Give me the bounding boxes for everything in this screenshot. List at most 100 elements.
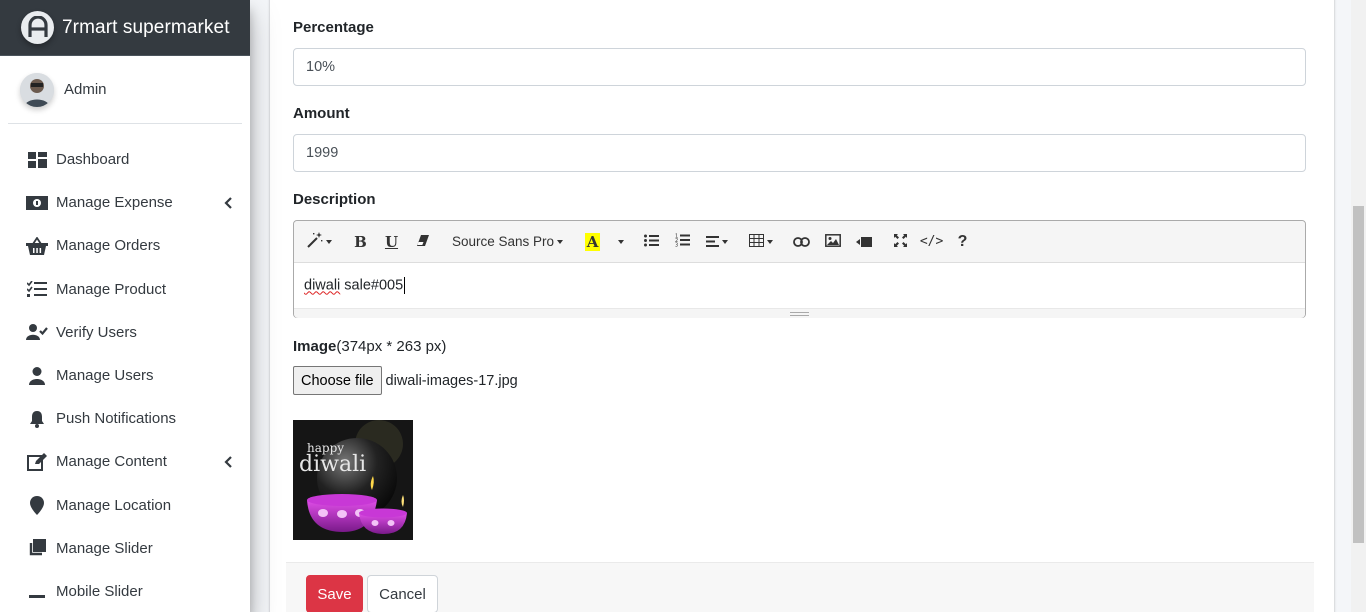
brand-link[interactable]: 7rmart supermarket — [0, 0, 250, 56]
unordered-list-icon — [644, 234, 660, 250]
preview-text-diwali: diwali — [299, 452, 366, 477]
insert-picture-button[interactable] — [817, 225, 848, 259]
eraser-icon — [416, 234, 430, 250]
color-group: A — [577, 225, 630, 259]
sidebar-item-manage-expense[interactable]: Manage Expense — [0, 181, 250, 224]
format-group: B U — [345, 225, 438, 259]
insert-group — [786, 225, 879, 259]
picture-icon — [824, 233, 841, 250]
map-marker-icon — [26, 494, 48, 516]
amount-value: 1999 — [306, 145, 339, 161]
amount-field[interactable]: 1999 — [293, 134, 1306, 172]
form-card: Percentage 10% Amount 1999 Description B… — [270, 0, 1334, 612]
code-view-button[interactable]: </> — [916, 225, 947, 259]
sidebar: 7rmart supermarket Admin Dashboard Manag… — [0, 0, 250, 612]
sidebar-item-verify-users[interactable]: Verify Users — [0, 311, 250, 354]
bold-icon: B — [354, 232, 367, 251]
underline-icon: U — [384, 232, 399, 251]
sidebar-item-manage-users[interactable]: Manage Users — [0, 354, 250, 397]
help-button[interactable]: ? — [947, 225, 978, 259]
para-group: 123 — [636, 225, 736, 259]
file-input: Choose file diwali-images-17.jpg — [293, 366, 518, 395]
description-editor-area[interactable]: diwali sale#005 — [294, 263, 1305, 308]
underline-button[interactable]: U — [376, 225, 407, 259]
percentage-value: 10% — [306, 59, 336, 75]
insert-link-button[interactable] — [786, 225, 817, 259]
sidebar-item-push-notifications[interactable]: Push Notifications — [0, 397, 250, 440]
video-icon — [855, 234, 872, 250]
ordered-list-button[interactable]: 123 — [667, 225, 698, 259]
basket-icon — [26, 235, 48, 257]
main-content: Percentage 10% Amount 1999 Description B… — [250, 0, 1366, 612]
cancel-button[interactable]: Cancel — [367, 575, 438, 612]
percentage-field[interactable]: 10% — [293, 48, 1306, 86]
font-family-dropdown[interactable]: Source Sans Pro — [444, 225, 571, 259]
unordered-list-button[interactable] — [636, 225, 667, 259]
editor-resize-handle[interactable] — [294, 308, 1305, 318]
sidebar-item-label: Manage Slider — [56, 539, 153, 557]
chevron-left-icon — [222, 456, 234, 468]
sidebar-item-label: Manage Expense — [56, 194, 173, 212]
scrollbar-thumb[interactable] — [1353, 206, 1364, 543]
style-dropdown-button[interactable] — [299, 225, 339, 259]
brand-logo — [21, 11, 54, 44]
save-button[interactable]: Save — [306, 575, 363, 612]
user-name: Admin — [64, 81, 107, 98]
fullscreen-button[interactable] — [885, 225, 916, 259]
style-group — [299, 225, 339, 259]
sidebar-item-manage-content[interactable]: Manage Content — [0, 440, 250, 483]
tasks-list-icon — [26, 278, 48, 300]
edit-icon — [26, 451, 48, 473]
sidebar-item-mobile-slider[interactable]: Mobile Slider — [0, 570, 250, 612]
svg-text:3: 3 — [675, 243, 678, 248]
user-check-icon — [26, 321, 48, 343]
color-dropdown-button[interactable] — [608, 225, 630, 259]
image-label: Image(374px * 263 px) — [293, 338, 446, 355]
align-left-icon — [706, 234, 720, 250]
user-panel[interactable]: Admin — [8, 56, 242, 124]
sidebar-item-label: Push Notifications — [56, 410, 177, 428]
table-icon — [749, 233, 765, 250]
dashboard-icon — [26, 149, 48, 171]
editor-toolbar: B U Source Sans Pro A 1 2 3 </> ? — [294, 221, 1305, 263]
code-icon: </> — [919, 234, 944, 249]
bold-button[interactable]: B — [345, 225, 376, 259]
money-icon — [26, 192, 48, 214]
sidebar-item-manage-orders[interactable]: Manage Orders — [0, 224, 250, 267]
image-size-hint: (374px * 263 px) — [336, 338, 447, 355]
magic-wand-icon — [306, 232, 323, 251]
sidebar-item-label: Manage Content — [56, 453, 167, 471]
sidebar-menu: Dashboard Manage Expense Manage Orders M… — [0, 124, 250, 612]
page-scrollbar[interactable] — [1351, 0, 1366, 612]
form-footer: Save Cancel — [286, 562, 1314, 612]
minus-icon — [26, 580, 48, 602]
font-family-value: Source Sans Pro — [452, 234, 555, 249]
insert-video-button[interactable] — [848, 225, 879, 259]
brand-name: 7rmart supermarket — [62, 16, 230, 38]
sidebar-item-manage-location[interactable]: Manage Location — [0, 484, 250, 527]
sidebar-item-manage-slider[interactable]: Manage Slider — [0, 527, 250, 570]
text-cursor — [404, 277, 406, 294]
percentage-label: Percentage — [293, 19, 374, 36]
description-text: diwali sale#005 — [304, 277, 406, 294]
sidebar-item-label: Verify Users — [56, 323, 137, 341]
sidebar-item-manage-product[interactable]: Manage Product — [0, 268, 250, 311]
ordered-list-icon: 123 — [675, 233, 691, 250]
bell-icon — [26, 408, 48, 430]
user-icon — [26, 365, 48, 387]
table-group — [742, 225, 780, 259]
link-icon — [793, 234, 810, 250]
table-dropdown-button[interactable] — [742, 225, 780, 259]
text-color-button[interactable]: A — [577, 225, 608, 259]
clear-format-button[interactable] — [407, 225, 438, 259]
sidebar-item-label: Manage Orders — [56, 237, 161, 255]
description-text-rest: sale#005 — [340, 277, 404, 294]
misspelled-word: diwali — [304, 277, 341, 294]
fullscreen-icon — [894, 233, 908, 250]
chevron-left-icon — [222, 197, 234, 209]
amount-label: Amount — [293, 105, 350, 122]
file-name: diwali-images-17.jpg — [385, 372, 518, 389]
paragraph-dropdown-button[interactable] — [698, 225, 736, 259]
sidebar-item-dashboard[interactable]: Dashboard — [0, 138, 250, 181]
choose-file-button[interactable]: Choose file — [293, 366, 382, 395]
